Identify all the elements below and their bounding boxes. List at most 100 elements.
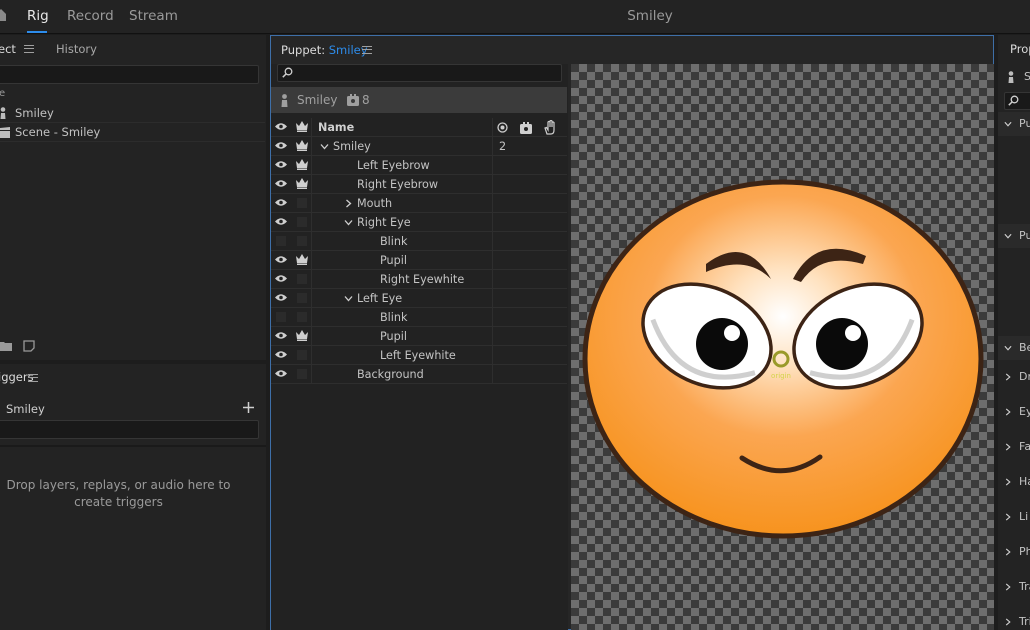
section-label: Li: [1019, 510, 1029, 523]
puppet-icon: [0, 107, 6, 119]
independence-toggle-off[interactable]: [297, 293, 307, 303]
tab-rig[interactable]: Rig: [27, 8, 49, 24]
properties-section[interactable]: Ha: [998, 470, 1030, 494]
layer-count: 2: [499, 140, 507, 153]
section-label: Pu: [1019, 229, 1030, 242]
independence-toggle-off[interactable]: [297, 274, 307, 284]
layer-row[interactable]: Left Eye: [271, 289, 567, 308]
project-panel: ect History e Smiley Scene - Smiley: [0, 35, 266, 360]
crown-icon[interactable]: [296, 121, 308, 132]
eye-icon[interactable]: [275, 141, 287, 150]
properties-panel-title[interactable]: Prop: [1010, 42, 1030, 56]
chevron-right-icon[interactable]: [344, 199, 353, 208]
panel-menu-icon[interactable]: [28, 374, 38, 382]
panel-menu-icon[interactable]: [24, 45, 34, 53]
layer-row[interactable]: Pupil: [271, 251, 567, 270]
visibility-toggle-off[interactable]: [276, 312, 286, 322]
layer-row[interactable]: Right Eyewhite: [271, 270, 567, 289]
layer-row[interactable]: Left Eyebrow: [271, 156, 567, 175]
home-icon[interactable]: [0, 7, 6, 21]
crown-icon[interactable]: [296, 178, 308, 189]
layer-row[interactable]: Pupil: [271, 327, 567, 346]
eye-icon[interactable]: [275, 255, 287, 264]
properties-section[interactable]: Pu: [998, 112, 1030, 136]
eye-icon[interactable]: [275, 350, 287, 359]
panel-menu-icon[interactable]: [362, 46, 372, 54]
layer-name: Blink: [380, 235, 408, 248]
scene-canvas[interactable]: origin: [571, 64, 994, 630]
behavior-column-icon[interactable]: [520, 122, 532, 134]
eye-icon[interactable]: [275, 179, 287, 188]
crown-icon[interactable]: [296, 330, 308, 341]
eye-icon[interactable]: [275, 331, 287, 340]
add-trigger-icon[interactable]: [243, 402, 254, 413]
eye-icon[interactable]: [275, 369, 287, 378]
layer-row[interactable]: Blink: [271, 232, 567, 251]
independence-toggle-off[interactable]: [297, 217, 307, 227]
eye-icon[interactable]: [275, 160, 287, 169]
tab-history[interactable]: History: [56, 42, 97, 56]
tab-record[interactable]: Record: [67, 8, 114, 24]
column-divider: [492, 346, 493, 365]
new-item-icon[interactable]: [23, 340, 35, 352]
eye-icon[interactable]: [275, 122, 287, 131]
divider: [0, 445, 266, 447]
layer-row[interactable]: Blink: [271, 308, 567, 327]
eye-icon[interactable]: [275, 274, 287, 283]
column-divider: [492, 213, 493, 232]
column-divider: [311, 118, 312, 137]
properties-section[interactable]: Dr: [998, 365, 1030, 389]
project-item-label: Smiley: [15, 106, 54, 120]
project-item-scene[interactable]: Scene - Smiley: [0, 123, 265, 142]
title-prefix: Puppet:: [281, 43, 326, 57]
properties-section[interactable]: Li: [998, 505, 1030, 529]
properties-search-input[interactable]: [1004, 92, 1030, 110]
project-search-input[interactable]: [0, 65, 259, 84]
puppet-icon: [281, 94, 288, 107]
layer-row[interactable]: Left Eyewhite: [271, 346, 567, 365]
visibility-toggle-off[interactable]: [276, 236, 286, 246]
layer-name: Right Eye: [357, 216, 411, 229]
layer-row[interactable]: Right Eyebrow: [271, 175, 567, 194]
hand-icon[interactable]: [544, 120, 556, 135]
layer-row[interactable]: Background: [271, 365, 567, 384]
layer-row[interactable]: Right Eye: [271, 213, 567, 232]
properties-section[interactable]: Ey: [998, 400, 1030, 424]
independence-toggle-off[interactable]: [297, 198, 307, 208]
properties-section[interactable]: Ph: [998, 540, 1030, 564]
independence-toggle-off[interactable]: [297, 350, 307, 360]
properties-section[interactable]: Fa: [998, 435, 1030, 459]
column-divider: [311, 232, 312, 251]
properties-section[interactable]: Tra: [998, 575, 1030, 599]
independence-toggle-off[interactable]: [297, 236, 307, 246]
tab-stream[interactable]: Stream: [129, 8, 178, 24]
column-divider: [311, 194, 312, 213]
properties-section[interactable]: Pu: [998, 224, 1030, 248]
eye-icon[interactable]: [275, 293, 287, 302]
folder-icon[interactable]: [0, 340, 12, 351]
column-divider: [311, 365, 312, 384]
trigger-search-input[interactable]: [0, 420, 259, 439]
layer-name: Left Eyewhite: [380, 349, 456, 362]
crown-icon[interactable]: [296, 140, 308, 151]
origin-label: origin: [771, 372, 791, 380]
crown-icon[interactable]: [296, 254, 308, 265]
project-item-puppet[interactable]: Smiley: [0, 104, 265, 123]
chevron-down-icon[interactable]: [344, 218, 353, 227]
layer-row[interactable]: Smiley 2: [271, 137, 567, 156]
properties-section[interactable]: Be: [998, 336, 1030, 360]
origin-handle-icon[interactable]: [497, 122, 508, 133]
puppet-panel-title[interactable]: Puppet: Smiley: [281, 43, 368, 57]
eye-icon[interactable]: [275, 217, 287, 226]
properties-section[interactable]: Tri: [998, 610, 1030, 630]
tab-project[interactable]: ect: [0, 42, 16, 56]
document-title: Smiley: [627, 8, 673, 24]
independence-toggle-off[interactable]: [297, 312, 307, 322]
layer-search-input[interactable]: [277, 64, 562, 82]
chevron-down-icon[interactable]: [320, 142, 329, 151]
crown-icon[interactable]: [296, 159, 308, 170]
layer-row[interactable]: Mouth: [271, 194, 567, 213]
chevron-down-icon[interactable]: [344, 294, 353, 303]
independence-toggle-off[interactable]: [297, 369, 307, 379]
eye-icon[interactable]: [275, 198, 287, 207]
